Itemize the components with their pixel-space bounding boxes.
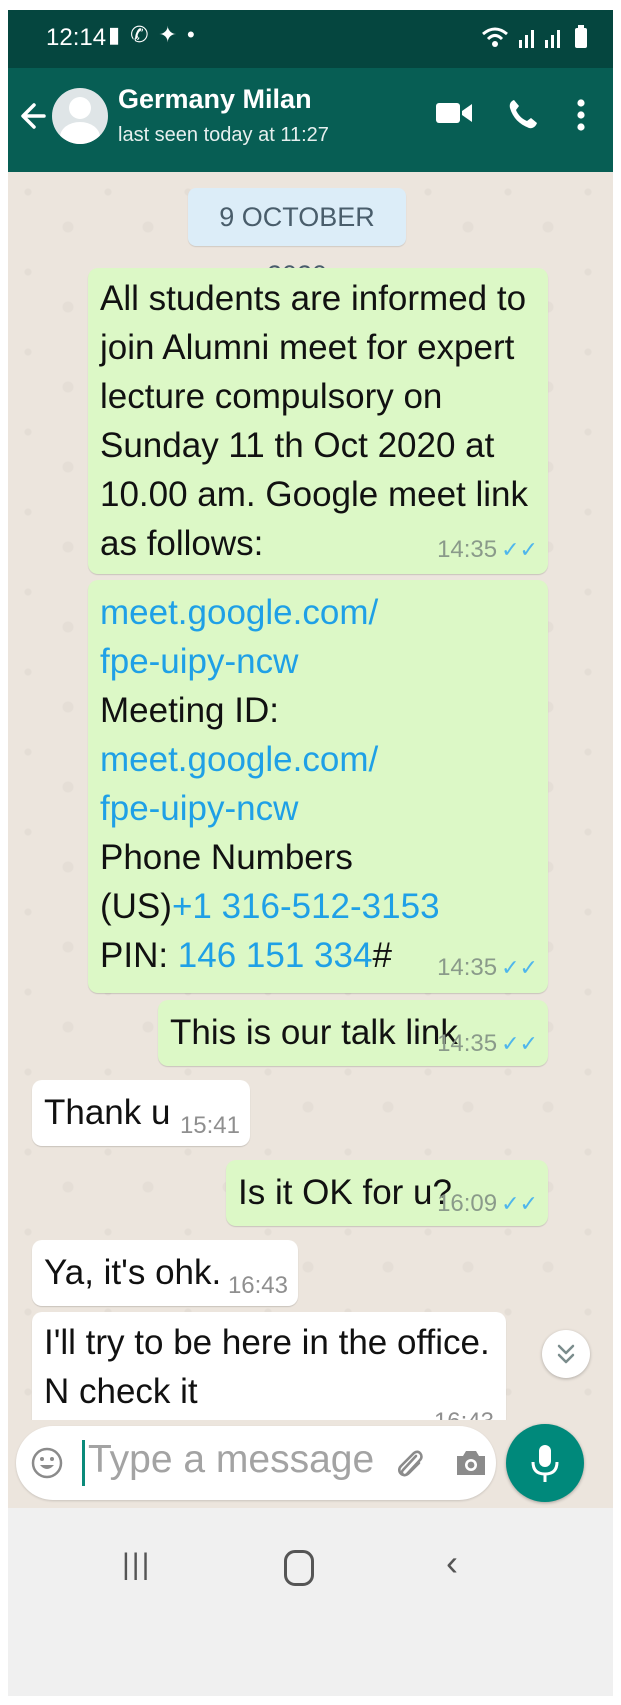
message-text: meet.google.com/ fpe-uipy-ncw Meeting ID… bbox=[100, 588, 440, 980]
message-meta: 16:09 ✓✓ bbox=[437, 1190, 538, 1218]
phone-screen: 12:14 ▮✆✦• Germany Milan last seen today… bbox=[8, 10, 613, 1696]
message-bubble-outgoing[interactable]: This is our talk link 14:35 ✓✓ bbox=[158, 1000, 548, 1066]
emoji-icon[interactable] bbox=[30, 1446, 64, 1480]
pin-link[interactable]: 146 151 334 bbox=[178, 936, 373, 975]
system-nav-bar: ||| ‹ bbox=[8, 1508, 613, 1696]
back-arrow-icon[interactable] bbox=[20, 96, 50, 136]
message-text: Is it OK for u? bbox=[238, 1173, 452, 1212]
phone-icon: ✆ bbox=[130, 22, 159, 47]
contact-name[interactable]: Germany Milan bbox=[118, 84, 312, 115]
chat-area[interactable]: 9 OCTOBER 2020 All students are informed… bbox=[8, 172, 613, 1420]
voice-call-icon[interactable] bbox=[508, 98, 538, 130]
meet-link[interactable]: fpe-uipy-ncw bbox=[100, 637, 440, 686]
message-bubble-incoming[interactable]: Ya, it's ohk. 16:43 bbox=[32, 1240, 298, 1306]
home-icon[interactable] bbox=[284, 1550, 314, 1586]
message-meta: 14:35 ✓✓ bbox=[437, 536, 538, 564]
camera-icon[interactable] bbox=[454, 1448, 488, 1478]
read-ticks-icon: ✓✓ bbox=[501, 537, 538, 562]
date-chip: 9 OCTOBER 2020 bbox=[188, 188, 406, 290]
phone-line: (US)+1 316-512-3153 bbox=[100, 887, 440, 926]
message-meta: 14:35 ✓✓ bbox=[437, 1030, 538, 1058]
nav-back-icon[interactable]: ‹ bbox=[446, 1542, 458, 1584]
message-meta: 14:35 ✓✓ bbox=[437, 954, 538, 982]
message-time: 16:43 bbox=[227, 1272, 288, 1299]
video-call-icon[interactable] bbox=[436, 98, 474, 128]
message-time: 16:09 bbox=[437, 1190, 498, 1217]
avatar-head bbox=[69, 97, 91, 119]
message-text: This is our talk link bbox=[170, 1013, 458, 1052]
sparkle-icon: ✦ bbox=[158, 22, 187, 47]
message-text: Thank u bbox=[44, 1093, 171, 1132]
pin-line: PIN: 146 151 334# bbox=[100, 936, 392, 975]
microphone-icon bbox=[531, 1445, 559, 1482]
message-bubble-incoming[interactable]: Thank u 15:41 bbox=[32, 1080, 250, 1146]
message-input-box[interactable]: Type a message bbox=[16, 1426, 496, 1500]
message-bubble-incoming[interactable]: I'll try to be here in the office. N che… bbox=[32, 1312, 506, 1420]
text-cursor bbox=[82, 1440, 85, 1486]
meet-link[interactable]: meet.google.com/ bbox=[100, 588, 440, 637]
message-bubble-outgoing[interactable]: Is it OK for u? 16:09 ✓✓ bbox=[226, 1160, 548, 1226]
message-text: I'll try to be here in the office. N che… bbox=[44, 1323, 490, 1411]
last-seen-status: last seen today at 11:27 bbox=[118, 124, 329, 146]
status-time: 12:14 bbox=[46, 24, 107, 51]
scroll-to-bottom-button[interactable] bbox=[542, 1330, 590, 1378]
avatar-body bbox=[60, 122, 100, 144]
composer: Type a message bbox=[8, 1420, 613, 1508]
chat-header: Germany Milan last seen today at 11:27 bbox=[8, 68, 613, 172]
message-time: 16:43 bbox=[434, 1408, 494, 1420]
read-ticks-icon: ✓✓ bbox=[501, 1031, 538, 1056]
status-bar: 12:14 ▮✆✦• bbox=[8, 10, 613, 68]
double-chevron-down-icon bbox=[557, 1344, 575, 1364]
dot: • bbox=[186, 22, 205, 47]
message-text: Ya, it's ohk. bbox=[44, 1253, 222, 1292]
read-ticks-icon: ✓✓ bbox=[501, 955, 538, 980]
meet-link[interactable]: meet.google.com/ bbox=[100, 735, 440, 784]
system-icons bbox=[479, 24, 599, 56]
message-time: 15:41 bbox=[179, 1112, 240, 1139]
voice-message-button[interactable] bbox=[506, 1424, 584, 1502]
notification-icons: ▮✆✦• bbox=[108, 22, 205, 48]
avatar[interactable] bbox=[52, 88, 108, 144]
message-bubble-outgoing[interactable]: All students are informed to join Alumni… bbox=[88, 268, 548, 574]
more-options-icon[interactable] bbox=[576, 98, 586, 132]
attach-icon[interactable] bbox=[392, 1446, 426, 1482]
message-bubble-outgoing[interactable]: meet.google.com/ fpe-uipy-ncw Meeting ID… bbox=[88, 580, 548, 993]
recent-apps-icon[interactable]: ||| bbox=[122, 1548, 151, 1582]
message-input[interactable]: Type a message bbox=[88, 1438, 374, 1482]
message-time: 14:35 bbox=[437, 954, 498, 981]
meet-link[interactable]: fpe-uipy-ncw bbox=[100, 784, 440, 833]
message-text: All students are informed to join Alumni… bbox=[100, 279, 529, 563]
read-ticks-icon: ✓✓ bbox=[501, 1191, 538, 1216]
message-time: 14:35 bbox=[437, 536, 498, 563]
wifi-signal-battery-icon bbox=[482, 25, 587, 48]
chat-icon: ▮ bbox=[108, 22, 131, 47]
message-time: 14:35 bbox=[437, 1030, 498, 1057]
phone-link[interactable]: +1 316-512-3153 bbox=[172, 887, 440, 926]
